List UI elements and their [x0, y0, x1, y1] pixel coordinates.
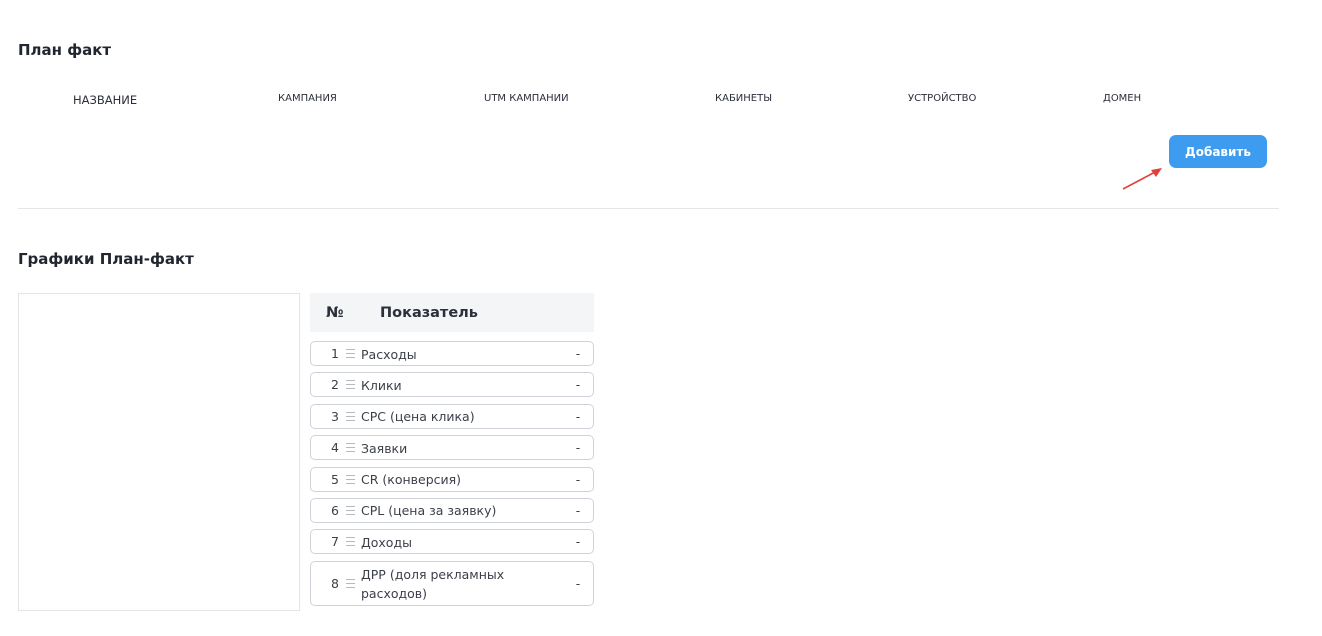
page: План факт НАЗВАНИЕ КАМПАНИЯ UTM КАМПАНИИ… [0, 0, 1322, 636]
indicator-row[interactable]: 4 Заявки - [310, 435, 594, 461]
indicator-row[interactable]: 5 CR (конверсия) - [310, 466, 594, 492]
column-header-domain[interactable]: ДОМЕН [1103, 93, 1141, 104]
row-label: Заявки [361, 440, 408, 456]
row-value: - [575, 471, 581, 487]
row-value: - [575, 534, 581, 550]
drag-handle-icon[interactable] [339, 443, 361, 453]
indicator-row[interactable]: 8 ДРР (доля рекламных расходов) - [310, 560, 594, 606]
indicator-row[interactable]: 6 CPL (цена за заявку) - [310, 497, 594, 523]
row-number: 1 [331, 346, 339, 361]
indicator-row[interactable]: 1 Расходы - [310, 341, 594, 366]
arrow-icon [1122, 168, 1162, 190]
row-label: CR (конверсия) [361, 472, 462, 488]
indicator-row[interactable]: 7 Доходы - [310, 529, 594, 555]
indicator-row[interactable]: 3 CPC (цена клика) - [310, 403, 594, 429]
row-number: 5 [331, 471, 339, 487]
row-value: - [575, 440, 581, 456]
row-number: 8 [331, 575, 339, 591]
row-number: 3 [331, 408, 339, 424]
row-label: Расходы [361, 346, 417, 362]
drag-handle-icon[interactable] [339, 380, 361, 390]
row-label: Клики [361, 377, 402, 393]
row-number: 6 [331, 502, 339, 518]
row-number: 2 [331, 377, 339, 393]
charts-title: Графики План-факт [18, 250, 194, 268]
row-label: CPC (цена клика) [361, 409, 475, 425]
add-button[interactable]: Добавить [1169, 135, 1267, 168]
row-label: CPL (цена за заявку) [361, 503, 497, 519]
chart-area [18, 293, 300, 611]
table-header: № Показатель [310, 293, 594, 332]
row-value: - [575, 575, 581, 591]
drag-handle-icon[interactable] [339, 537, 361, 547]
drag-handle-icon[interactable] [339, 578, 361, 588]
drag-handle-icon[interactable] [339, 505, 361, 515]
column-header-device[interactable]: УСТРОЙСТВО [908, 93, 976, 104]
column-header-name[interactable]: НАЗВАНИЕ [73, 93, 137, 107]
column-header-campaign[interactable]: КАМПАНИЯ [278, 93, 337, 104]
row-number: 7 [331, 534, 339, 550]
indicator-list: 1 Расходы - 2 Клики - 3 CPC (цена клика)… [310, 341, 594, 606]
row-value: - [575, 346, 581, 361]
row-value: - [575, 502, 581, 518]
drag-handle-icon[interactable] [339, 349, 361, 358]
row-value: - [575, 408, 581, 424]
indicator-table: № Показатель 1 Расходы - 2 Клики - 3 CPC… [310, 293, 594, 612]
row-label: ДРР (доля рекламных расходов) [361, 566, 505, 601]
row-label: Доходы [361, 534, 412, 550]
column-header-accounts[interactable]: КАБИНЕТЫ [715, 93, 772, 104]
section-divider [18, 208, 1279, 209]
row-number: 4 [331, 440, 339, 456]
row-value: - [575, 377, 581, 393]
plan-fact-title: План факт [18, 41, 112, 59]
column-header-utm-campaign[interactable]: UTM КАМПАНИИ [484, 93, 569, 104]
header-indicator: Показатель [380, 304, 478, 321]
drag-handle-icon[interactable] [339, 411, 361, 421]
header-num: № [326, 304, 344, 321]
indicator-row[interactable]: 2 Клики - [310, 372, 594, 398]
drag-handle-icon[interactable] [339, 474, 361, 484]
